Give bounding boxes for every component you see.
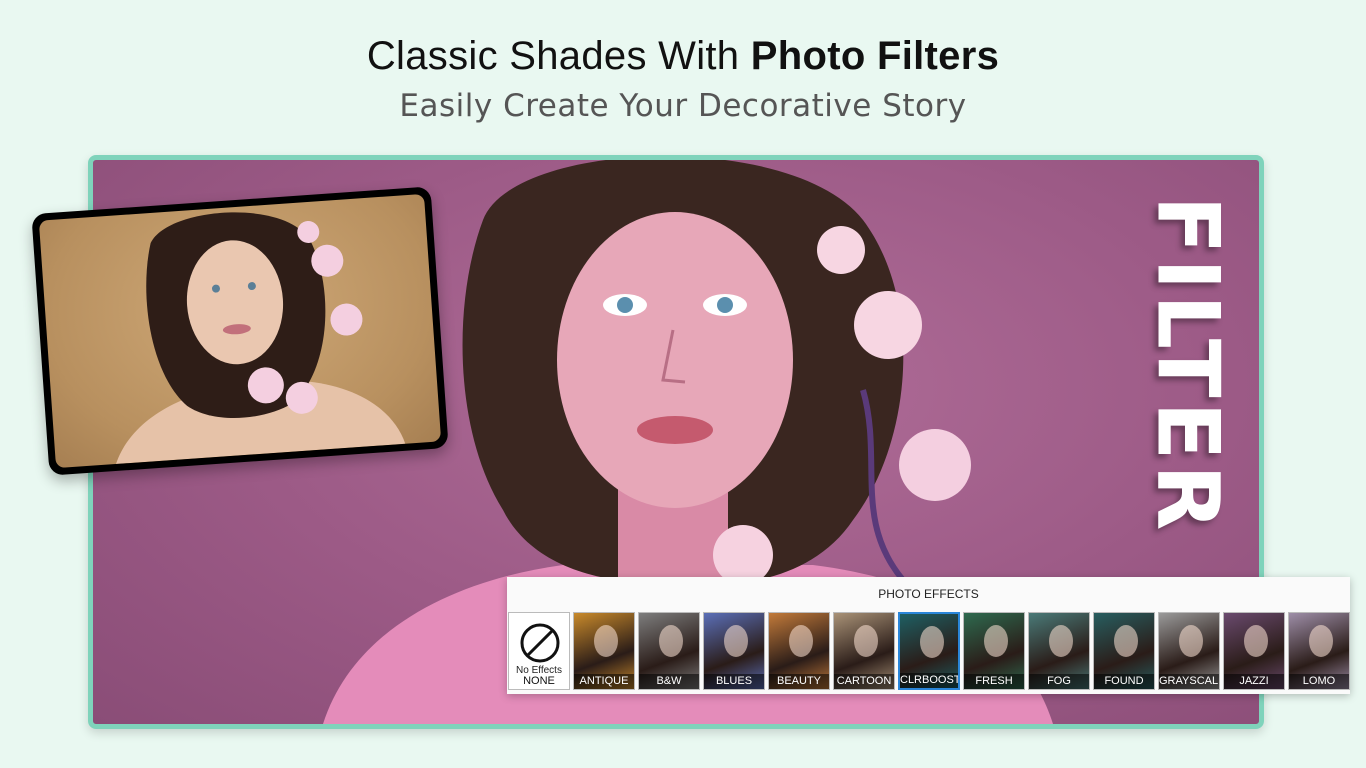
effect-label: CLRBOOST [900,673,960,688]
effect-fresh[interactable]: FRESH [963,612,1025,690]
effect-cartoon[interactable]: CARTOON [833,612,895,690]
effect-preview-image [1179,625,1203,657]
page-subtitle: Easily Create Your Decorative Story [399,88,967,124]
effect-antique[interactable]: ANTIQUE [573,612,635,690]
effect-label: FOG [1029,674,1089,689]
effect-preview-image [594,625,618,657]
effect-none[interactable]: No Effects NONE [508,612,570,690]
effect-beauty[interactable]: BEAUTY [768,612,830,690]
effect-label: FRESH [964,674,1024,689]
effect-blues[interactable]: BLUES [703,612,765,690]
thumbnail-image [38,193,442,469]
effect-label: BLUES [704,674,764,689]
effect-jazzi[interactable]: JAZZI [1223,612,1285,690]
no-effects-icon [520,623,560,663]
effect-preview-image [854,625,878,657]
vertical-filter-word: FILTER [1137,195,1238,535]
effect-label: CARTOON [834,674,894,689]
effect-preview-image [659,625,683,657]
effect-preview-image [984,625,1008,657]
effect-label: NONE [523,675,555,687]
effect-label: ANTIQUE [574,674,634,689]
effect-label: LOMO [1289,674,1349,689]
effect-clrboost[interactable]: CLRBOOST [898,612,960,690]
effect-label: JAZZI [1224,674,1284,689]
effect-preview-image [724,625,748,657]
effect-preview-image [789,625,813,657]
effect-label: BEAUTY [769,674,829,689]
effect-preview-image [920,626,944,658]
effect-found[interactable]: FOUND [1093,612,1155,690]
effect-preview-image [1244,625,1268,657]
effect-preview-image [1049,625,1073,657]
effect-grayscale[interactable]: GRAYSCALE [1158,612,1220,690]
effect-label: B&W [639,674,699,689]
effect-label: FOUND [1094,674,1154,689]
effect-fog[interactable]: FOG [1028,612,1090,690]
headline-regular: Classic Shades With [366,34,740,78]
photo-effects-title: PHOTO EFFECTS [878,587,979,601]
page-headline: Classic Shades With Photo Filters [0,34,1366,79]
thumbnail-portrait [115,212,406,464]
effect-b-w[interactable]: B&W [638,612,700,690]
headline-bold: Photo Filters [750,34,1000,78]
effect-lomo[interactable]: LOMO [1288,612,1350,690]
effect-preview-image [1114,625,1138,657]
original-photo-thumbnail [31,186,449,476]
effects-row: No Effects NONE ANTIQUE B&W BLUES BEAUTY CARTO… [508,612,1350,690]
effect-preview-image [1309,625,1333,657]
photo-effects-panel: PHOTO EFFECTS No Effects NONE ANTIQUE B&W BL… [507,577,1350,694]
effect-label: GRAYSCALE [1159,674,1220,689]
